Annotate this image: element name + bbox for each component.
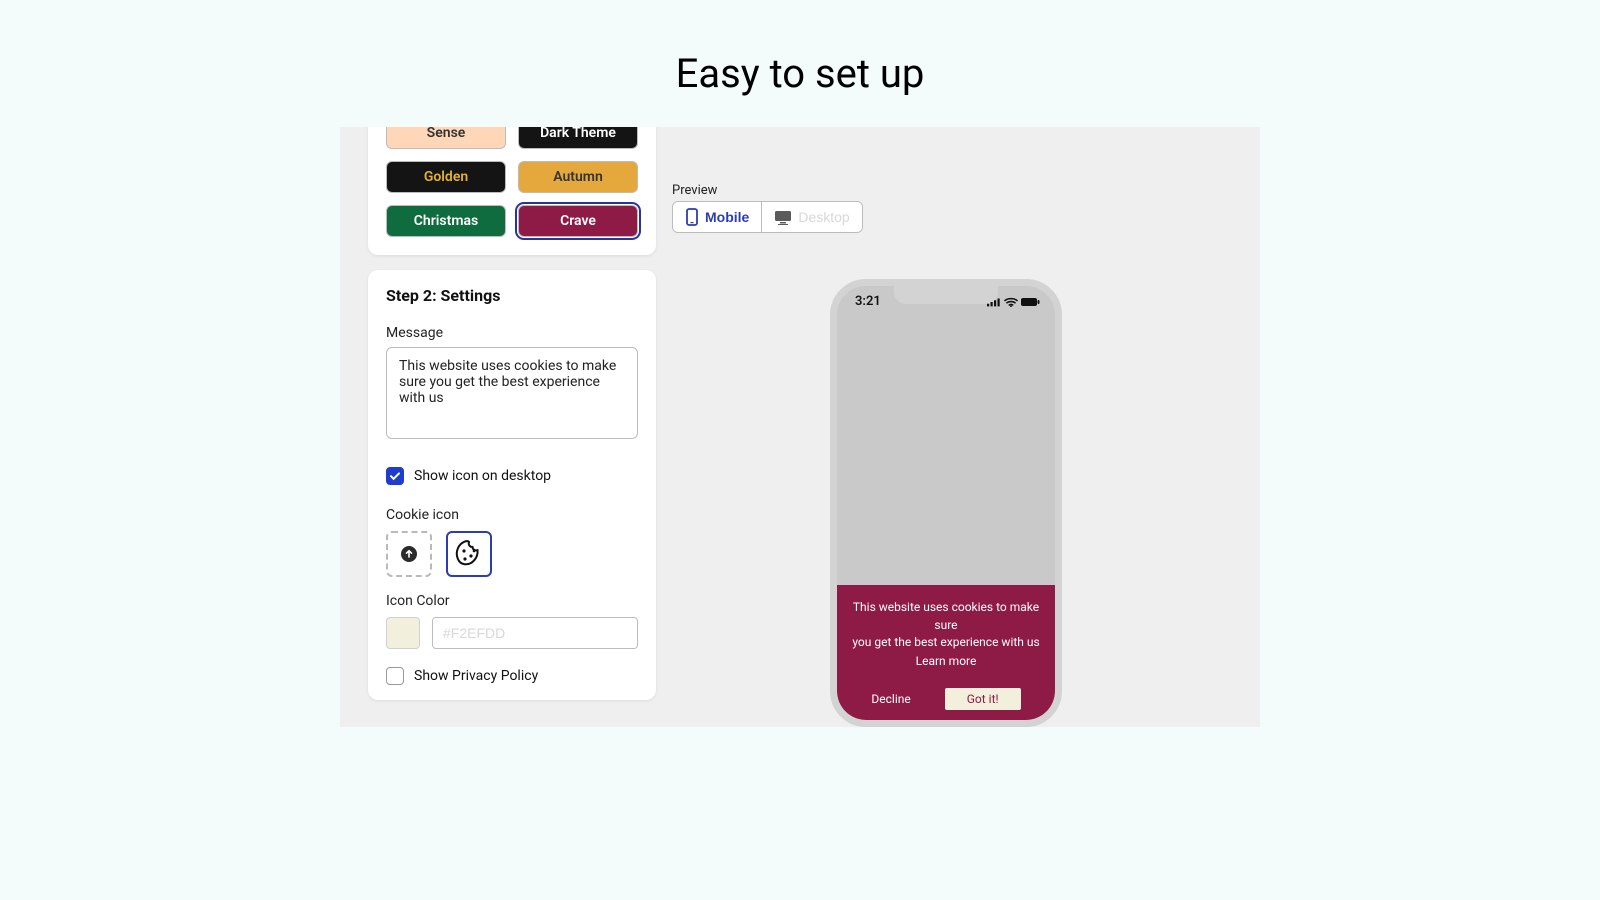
preview-label: Preview — [672, 183, 717, 198]
theme-autumn[interactable]: Autumn — [518, 161, 638, 193]
icon-color-input[interactable] — [432, 617, 638, 649]
banner-accept-button[interactable]: Got it! — [945, 688, 1021, 710]
themes-card: Sense Dark Theme Golden Autumn Christmas… — [368, 127, 656, 255]
icon-color-swatch[interactable] — [386, 617, 420, 649]
phone-preview: 3:21 This website uses cookies to make s… — [830, 279, 1062, 727]
wifi-icon — [1004, 297, 1018, 307]
theme-crave[interactable]: Crave — [518, 205, 638, 237]
show-privacy-label: Show Privacy Policy — [414, 668, 538, 684]
cookie-icon-selected[interactable] — [446, 531, 492, 577]
show-icon-checkbox[interactable] — [386, 467, 404, 485]
theme-sense[interactable]: Sense — [386, 127, 506, 149]
cookie-icon — [454, 539, 484, 569]
message-label: Message — [386, 325, 638, 341]
mobile-icon — [685, 208, 699, 226]
banner-message-line2: you get the best experience with us — [852, 635, 1039, 649]
icon-color-label: Icon Color — [386, 593, 638, 609]
preview-device-segment: Mobile Desktop — [672, 201, 863, 233]
editor-stage: Sense Dark Theme Golden Autumn Christmas… — [340, 127, 1260, 727]
check-icon — [389, 470, 401, 482]
desktop-icon — [774, 209, 792, 225]
preview-mobile-label: Mobile — [705, 209, 749, 225]
preview-desktop-label: Desktop — [798, 209, 849, 225]
banner-message-line1: This website uses cookies to make sure — [853, 600, 1039, 631]
settings-step-heading: Step 2: Settings — [386, 286, 638, 305]
phone-time: 3:21 — [855, 294, 881, 309]
upload-arrow-icon — [400, 545, 418, 563]
cookie-banner: This website uses cookies to make sure y… — [837, 585, 1055, 720]
theme-christmas[interactable]: Christmas — [386, 205, 506, 237]
cookie-icon-label: Cookie icon — [386, 507, 638, 523]
settings-card: Step 2: Settings Message Show icon on de… — [368, 270, 656, 700]
upload-icon-slot[interactable] — [386, 531, 432, 577]
preview-desktop-tab[interactable]: Desktop — [761, 202, 861, 232]
signal-icon — [987, 297, 1001, 307]
banner-learn-more-link[interactable]: Learn more — [849, 653, 1043, 670]
phone-status-icons — [987, 297, 1041, 307]
show-privacy-checkbox[interactable] — [386, 667, 404, 685]
show-icon-label: Show icon on desktop — [414, 468, 551, 484]
theme-dark-theme[interactable]: Dark Theme — [518, 127, 638, 149]
battery-icon — [1021, 297, 1041, 307]
page-title: Easy to set up — [0, 0, 1600, 127]
banner-decline-button[interactable]: Decline — [871, 692, 910, 706]
message-input[interactable] — [386, 347, 638, 439]
theme-golden[interactable]: Golden — [386, 161, 506, 193]
preview-mobile-tab[interactable]: Mobile — [673, 202, 761, 232]
